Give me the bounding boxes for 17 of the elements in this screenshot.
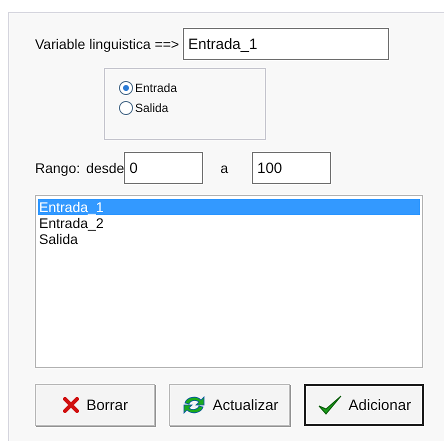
to-label: a bbox=[220, 160, 228, 176]
radio-option[interactable]: Entrada bbox=[119, 81, 265, 95]
variable-field[interactable]: Entrada_1 bbox=[183, 28, 390, 60]
refresh-icon bbox=[180, 394, 207, 416]
list-item[interactable]: Salida bbox=[38, 231, 420, 247]
from-label: desde bbox=[86, 160, 124, 176]
from-field[interactable]: 0 bbox=[124, 152, 204, 184]
radio-option[interactable]: Salida bbox=[119, 101, 265, 115]
list-item[interactable]: Entrada_2 bbox=[38, 215, 420, 231]
add-button[interactable]: Adicionar bbox=[304, 384, 424, 426]
check-icon bbox=[316, 394, 343, 416]
delete-button[interactable]: Borrar bbox=[35, 384, 156, 426]
range-label: Rango: bbox=[35, 160, 80, 176]
refresh-button[interactable]: Actualizar bbox=[169, 384, 290, 426]
variable-label: Variable linguistica ==> bbox=[35, 36, 180, 52]
to-field[interactable]: 100 bbox=[252, 152, 332, 184]
cross-icon bbox=[62, 396, 80, 414]
